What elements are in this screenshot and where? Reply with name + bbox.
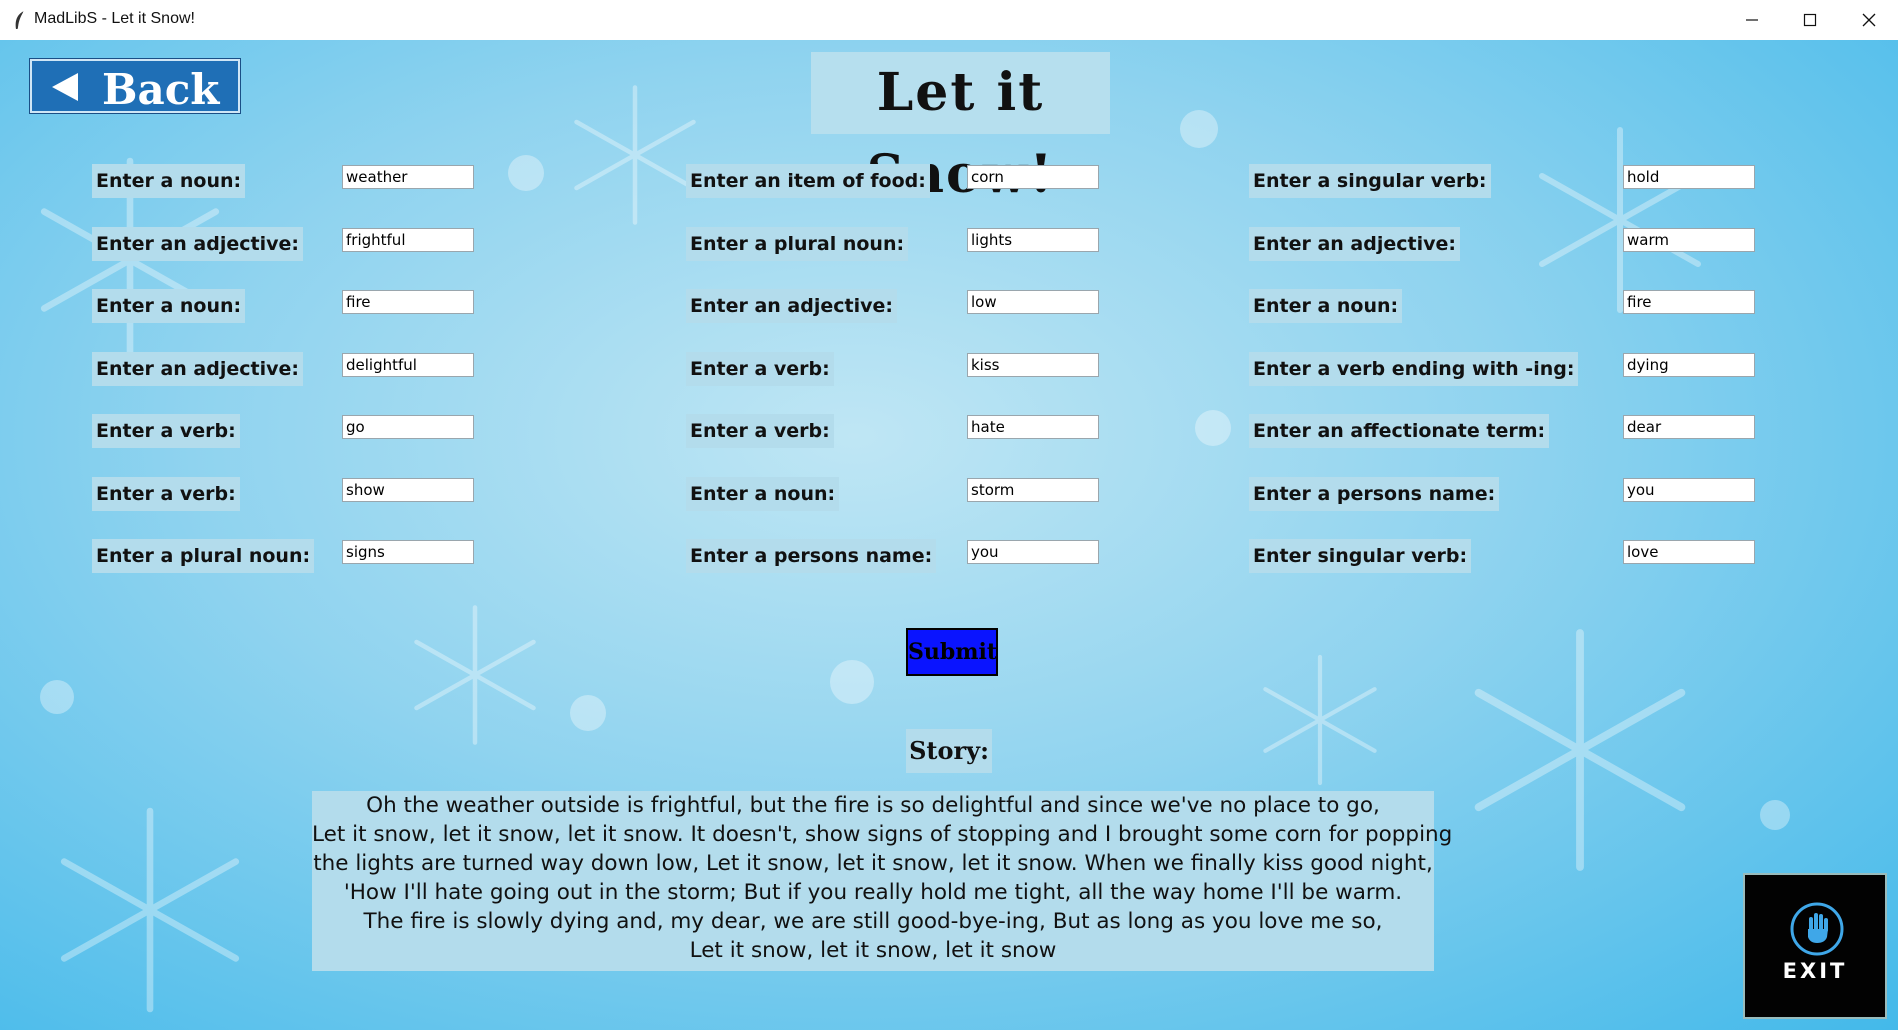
word-input[interactable] (967, 478, 1099, 502)
close-icon (1862, 13, 1876, 27)
word-input[interactable] (1623, 478, 1755, 502)
field-label: Enter a singular verb: (1249, 164, 1491, 198)
field-label: Enter a verb: (92, 414, 240, 448)
word-input[interactable] (1623, 228, 1755, 252)
story-line: The fire is slowly dying and, my dear, w… (363, 909, 1383, 934)
field-label: Enter an adjective: (1249, 227, 1460, 261)
snowflake-icon (1474, 629, 1686, 871)
snowflake-icon (60, 807, 240, 1013)
field-label: Enter a verb: (686, 352, 834, 386)
field-label: Enter a persons name: (1249, 477, 1500, 511)
word-input[interactable] (967, 540, 1099, 564)
window-titlebar: MadLibS - Let it Snow! (0, 0, 1898, 41)
window-title: MadLibS - Let it Snow! (34, 10, 195, 27)
word-input[interactable] (342, 478, 474, 502)
story-text: Oh the weather outside is frightful, but… (312, 791, 1453, 971)
minimize-icon (1746, 19, 1758, 21)
field-label: Enter an affectionate term: (1249, 414, 1550, 448)
story-heading: Story: (906, 729, 992, 773)
snow-dot (1195, 410, 1231, 446)
story-line: 'How I'll hate going out in the storm; B… (343, 880, 1403, 905)
exit-button[interactable]: EXIT (1743, 873, 1887, 1019)
word-input[interactable] (1623, 290, 1755, 314)
snow-dot (508, 155, 544, 191)
exit-label: EXIT (1782, 959, 1848, 983)
word-input[interactable] (1623, 353, 1755, 377)
app-canvas: Back Let it Snow! Enter a noun: Enter an… (0, 40, 1898, 1030)
snowflake-icon (414, 605, 536, 745)
field-label: Enter a verb: (92, 477, 240, 511)
field-label: Enter a noun: (92, 164, 246, 198)
snowflake-icon (1263, 654, 1377, 786)
word-input[interactable] (967, 165, 1099, 189)
word-input[interactable] (342, 540, 474, 564)
field-label: Enter a plural noun: (92, 539, 315, 573)
hand-stop-icon (1790, 902, 1844, 956)
minimize-button[interactable] (1723, 0, 1781, 40)
field-label: Enter singular verb: (1249, 539, 1472, 573)
snow-dot (40, 680, 74, 714)
field-label: Enter a noun: (1249, 289, 1403, 323)
word-input[interactable] (1623, 415, 1755, 439)
field-label: Enter an item of food: (686, 164, 930, 198)
field-label: Enter a verb: (686, 414, 834, 448)
snow-dot (1760, 800, 1790, 830)
story-line: the lights are turned way down low, Let … (313, 851, 1433, 876)
field-label: Enter a noun: (92, 289, 246, 323)
field-label: Enter an adjective: (686, 289, 897, 323)
maximize-button[interactable] (1781, 0, 1839, 40)
story-line: Oh the weather outside is frightful, but… (366, 793, 1380, 818)
story-line: Let it snow, let it snow, let it snow. I… (312, 822, 1453, 847)
word-input[interactable] (967, 415, 1099, 439)
snow-dot (570, 695, 606, 731)
field-label: Enter a plural noun: (686, 227, 909, 261)
word-input[interactable] (342, 415, 474, 439)
field-label: Enter a noun: (686, 477, 840, 511)
story-line: Let it snow, let it snow, let it snow (689, 938, 1057, 963)
feather-icon (15, 10, 25, 30)
field-label: Enter a verb ending with -ing: (1249, 352, 1579, 386)
snowflake-icon (574, 85, 696, 225)
word-input[interactable] (1623, 540, 1755, 564)
word-input[interactable] (342, 290, 474, 314)
snow-dot (1180, 110, 1218, 148)
page-title-box: Let it Snow! (811, 52, 1110, 205)
back-button[interactable]: Back (30, 59, 240, 114)
field-label: Enter a persons name: (686, 539, 937, 573)
word-input[interactable] (342, 353, 474, 377)
word-input[interactable] (342, 228, 474, 252)
word-input[interactable] (1623, 165, 1755, 189)
submit-button[interactable]: Submit (906, 628, 998, 676)
word-input[interactable] (967, 290, 1099, 314)
field-label: Enter an adjective: (92, 352, 303, 386)
close-button[interactable] (1840, 0, 1898, 40)
field-label: Enter an adjective: (92, 227, 303, 261)
snow-dot (830, 660, 874, 704)
maximize-icon (1803, 13, 1817, 27)
triangle-left-icon (52, 73, 78, 101)
word-input[interactable] (967, 353, 1099, 377)
back-label: Back (102, 65, 220, 114)
word-input[interactable] (342, 165, 474, 189)
word-input[interactable] (967, 228, 1099, 252)
